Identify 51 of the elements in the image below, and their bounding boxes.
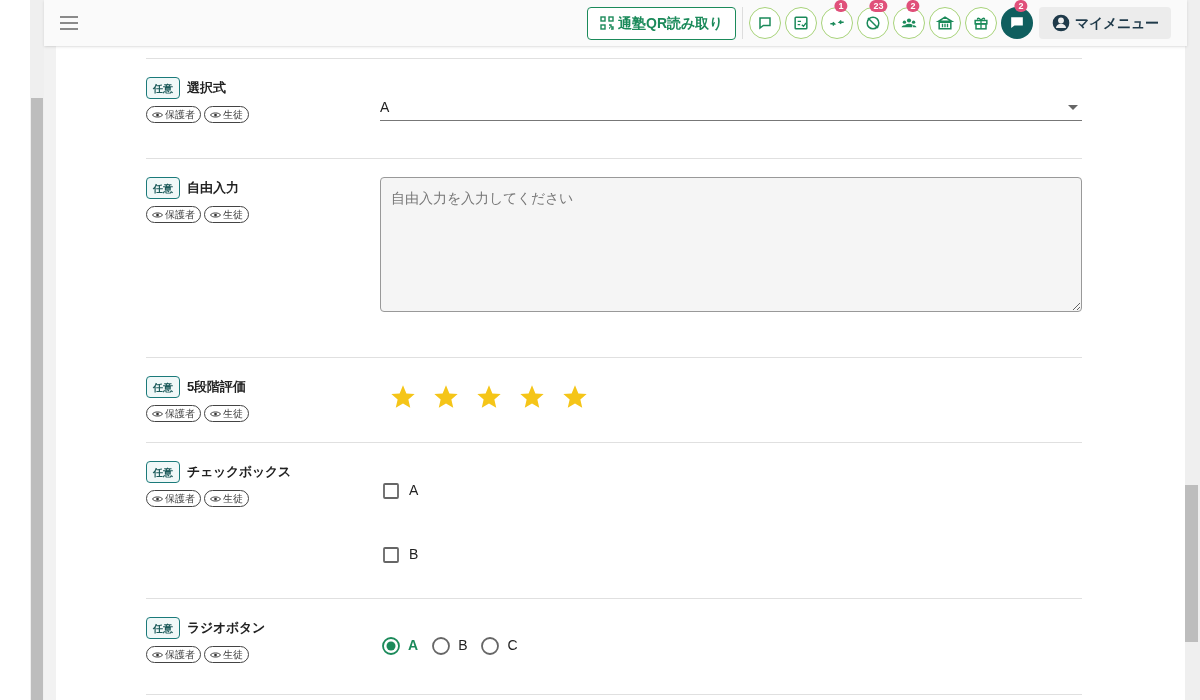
- select-field[interactable]: A: [380, 95, 1082, 121]
- eye-icon: [210, 210, 221, 219]
- notification-badge: 1: [834, 0, 848, 12]
- blocked-button[interactable]: [857, 7, 889, 39]
- eye-icon: [210, 650, 221, 659]
- option-label: A: [409, 481, 419, 500]
- eye-icon: [210, 494, 221, 503]
- eye-icon: [210, 110, 221, 119]
- notification-badge: 2: [906, 0, 920, 12]
- radio-button[interactable]: [481, 636, 500, 655]
- account-icon: [1051, 13, 1071, 33]
- field-label: ラジオボタン: [187, 619, 265, 638]
- school-button[interactable]: [929, 7, 961, 39]
- option-label: A: [408, 636, 419, 655]
- gift-button[interactable]: [965, 7, 997, 39]
- merge-button[interactable]: [821, 7, 853, 39]
- option-label: B: [409, 545, 419, 564]
- radio-button[interactable]: [432, 636, 451, 655]
- radio-button[interactable]: [382, 636, 400, 655]
- scrollbar[interactable]: [30, 0, 44, 700]
- option-label: C: [507, 636, 518, 655]
- eye-icon: [152, 494, 163, 503]
- optional-tag: 任意: [146, 77, 180, 99]
- field-label: 自由入力: [187, 179, 239, 198]
- field-label: チェックボックス: [187, 463, 291, 482]
- notification-badge: 23: [869, 0, 888, 12]
- checkbox[interactable]: [383, 546, 399, 563]
- option-label: B: [458, 636, 468, 655]
- text-area[interactable]: 自由入力を入力してください: [380, 177, 1082, 312]
- chat-button[interactable]: [1001, 7, 1033, 39]
- tasks-icon: [791, 13, 811, 33]
- group-button[interactable]: [893, 7, 925, 39]
- qr-scan-button[interactable]: 通塾QR読み取り: [587, 6, 736, 40]
- eye-icon: [152, 210, 163, 219]
- optional-tag: 任意: [146, 461, 180, 483]
- eye-icon: [152, 409, 163, 418]
- tasks-button[interactable]: [785, 7, 817, 39]
- field-label: 5段階評価: [187, 378, 247, 397]
- my-menu-button[interactable]: マイメニュー: [1039, 7, 1171, 39]
- notification-badge: 2: [1014, 0, 1028, 12]
- menu-icon[interactable]: [60, 16, 78, 30]
- optional-tag: 任意: [146, 617, 180, 639]
- checkbox[interactable]: [383, 482, 399, 499]
- eye-icon: [210, 409, 221, 418]
- eye-icon: [152, 110, 163, 119]
- optional-tag: 任意: [146, 376, 180, 398]
- optional-tag: 任意: [146, 177, 180, 199]
- eye-icon: [152, 650, 163, 659]
- dropdown-arrow-icon: [1068, 105, 1078, 110]
- qr-code-icon: [600, 16, 614, 30]
- field-label: 選択式: [187, 79, 226, 98]
